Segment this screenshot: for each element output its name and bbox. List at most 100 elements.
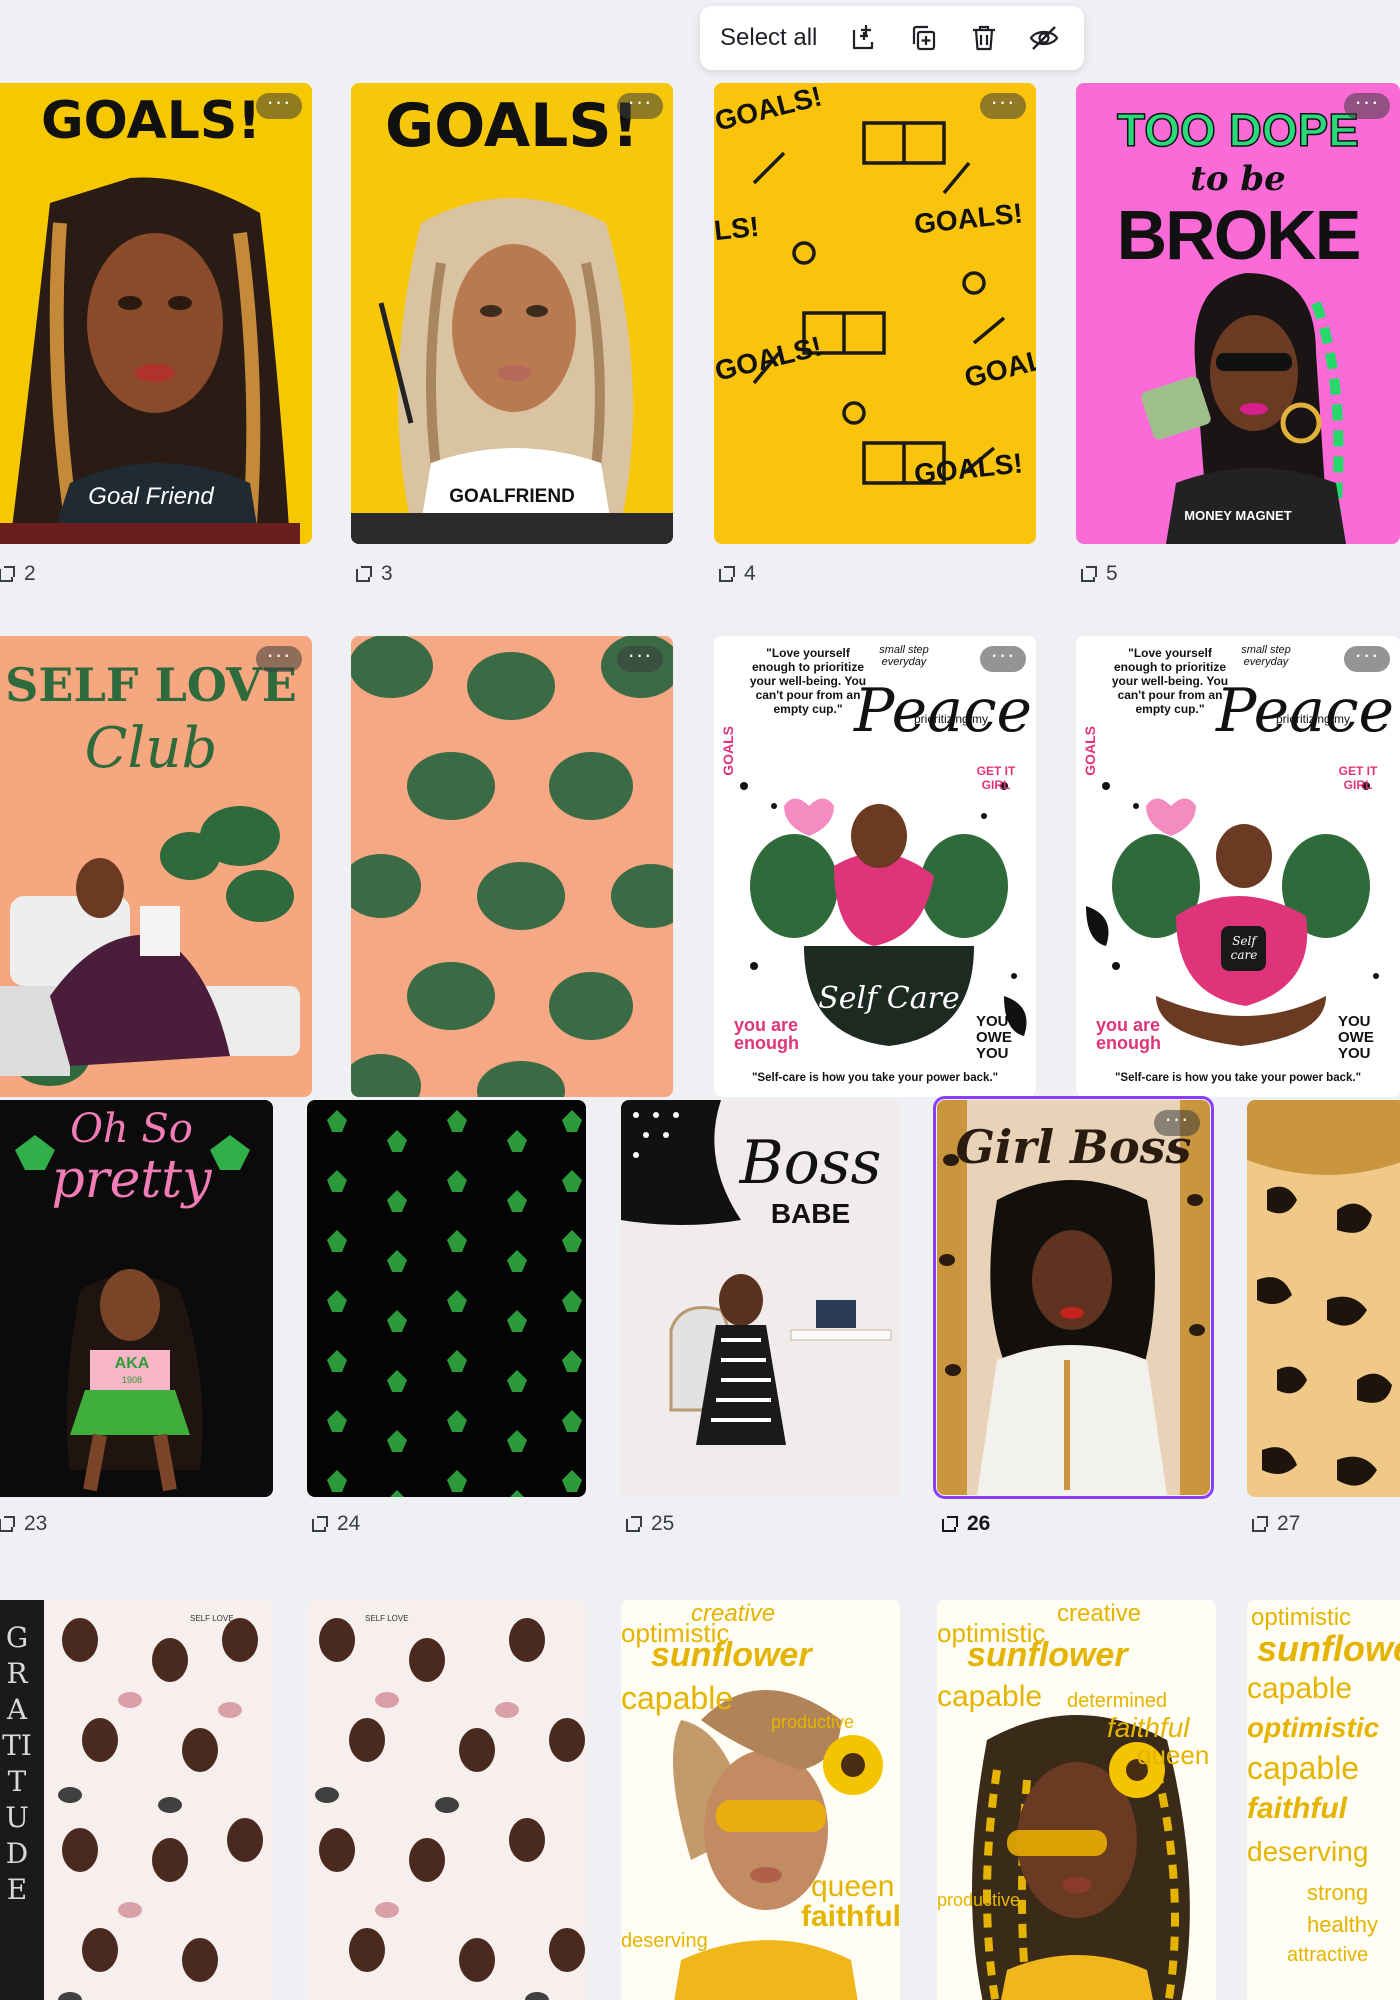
- page-card-sunflower-1[interactable]: creative optimistic sunflower capable pr…: [621, 1600, 900, 2000]
- page-card-sunflower-3[interactable]: optimistic sunflower capable optimistic …: [1247, 1600, 1400, 2000]
- page-number: 24: [337, 1512, 361, 1535]
- page-card-4[interactable]: GOALS! GOALS! GOALS! GOAL GOALS! LS! ···: [714, 83, 1036, 544]
- card-sunflower-1-word-5: productive: [771, 1712, 855, 1732]
- page-card-sunflower-2[interactable]: creative optimistic sunflower capable de…: [937, 1600, 1216, 2000]
- card-peace-2-cup: Self care: [1230, 934, 1258, 962]
- page-card-23[interactable]: Oh So pretty AKA 1908: [0, 1100, 273, 1497]
- page-label-26: 26: [939, 1512, 990, 1536]
- card-peace-2-badge: GET IT GIRL: [1338, 764, 1378, 792]
- card-peace-1-tag: small step everyday: [879, 644, 929, 668]
- page-icon: [312, 1516, 328, 1532]
- page-card-peace-1[interactable]: "Love yourself enough to prioritize your…: [714, 636, 1036, 1097]
- page-number: 5: [1106, 562, 1118, 585]
- goals-girl-braids-image: [0, 83, 312, 544]
- card-2-more-button[interactable]: ···: [256, 91, 302, 119]
- self-love-pattern-image: [307, 1600, 586, 2000]
- card-sunflower-3-word-10: attractive: [1287, 1944, 1369, 1966]
- card-sunflower-1-word-3: sunflower: [651, 1636, 812, 1674]
- design-grid: Select all GOALS! Goal Friend ··· 2 GOAL…: [0, 0, 1400, 2000]
- page-icon: [1081, 566, 1097, 582]
- card-sunflower-3-word-9: healthy: [1307, 1912, 1378, 1937]
- page-label-5: 5: [1078, 562, 1118, 586]
- card-23-shirt: AKA: [114, 1355, 150, 1372]
- card-23-year: 1908: [121, 1375, 143, 1385]
- add-page-icon: [853, 25, 874, 50]
- page-card-peace-2[interactable]: "Love yourself enough to prioritize your…: [1076, 636, 1400, 1097]
- card-peace-1-side: GOALS: [720, 726, 736, 776]
- card-sunflower-1-word-8: queen: [811, 1870, 895, 1903]
- card-sunflower-1-word-7: deserving: [621, 1930, 708, 1952]
- card-sunflower-3-word-8: strong: [1307, 1880, 1369, 1905]
- card-peace-1-badge: GET IT GIRL: [976, 764, 1016, 792]
- page-icon: [0, 1516, 15, 1532]
- too-dope-to-be-broke-image: [1076, 83, 1400, 544]
- page-label-27: 27: [1249, 1512, 1300, 1536]
- card-3-more-button[interactable]: ···: [617, 91, 663, 119]
- self-love-club-image: [0, 636, 312, 1097]
- card-5-more-button[interactable]: ···: [1344, 91, 1390, 119]
- selection-toolbar: Select all: [700, 6, 1084, 70]
- card-4-more-button[interactable]: ···: [980, 91, 1026, 119]
- card-sunflower-1-word-6: faithful: [801, 1900, 900, 1933]
- card-peace-1-right: YOU OWE YOU: [976, 1013, 1012, 1062]
- page-icon: [1252, 1516, 1268, 1532]
- oh-so-pretty-image: [0, 1100, 273, 1497]
- card-peace-1-left: you are enough: [734, 1015, 799, 1053]
- card-peace-2-side: GOALS: [1082, 726, 1098, 776]
- card-peace-2-title: Peace: [1216, 676, 1395, 746]
- duplicate-icon: [913, 25, 936, 51]
- goals-girl-blonde-image: [351, 83, 673, 544]
- gratitude-self-love-pattern-image: [0, 1600, 273, 2000]
- card-peace-2-quote: "Love yourself enough to prioritize your…: [1111, 646, 1229, 716]
- card-peace-2-tag: small step everyday: [1241, 644, 1291, 668]
- card-sunflower-3-word-5: capable: [1247, 1750, 1360, 1786]
- page-card-24[interactable]: [307, 1100, 586, 1497]
- card-peace-2-more-button[interactable]: ···: [1344, 644, 1390, 672]
- select-all-button[interactable]: Select all: [720, 24, 817, 52]
- card-sunflower-3-word-4: optimistic: [1247, 1712, 1380, 1743]
- card-sunflower-3-word-6: faithful: [1247, 1792, 1347, 1825]
- page-icon: [0, 566, 15, 582]
- card-gratitude-tile: SELF LOVE: [190, 1614, 234, 1623]
- page-label-2: 2: [0, 562, 36, 586]
- boss-babe-image: [621, 1100, 900, 1497]
- page-number: 26: [967, 1512, 991, 1535]
- card-monstera-more-button[interactable]: ···: [617, 644, 663, 672]
- page-icon: [942, 1516, 958, 1532]
- card-peace-2-right: YOU OWE YOU: [1338, 1013, 1374, 1062]
- page-number: 3: [381, 562, 393, 585]
- page-label-24: 24: [309, 1512, 360, 1536]
- page-card-gratitude[interactable]: GRATITUDE SELF LOVE: [0, 1600, 273, 2000]
- green-ivy-leaf-pattern-image: [307, 1100, 586, 1497]
- card-4-word-6: LS!: [714, 210, 761, 247]
- girl-boss-image: [937, 1100, 1210, 1495]
- page-card-25[interactable]: Boss BABE: [621, 1100, 900, 1497]
- page-card-5[interactable]: TOO DOPE to be BROKE MONEY MAGNET ···: [1076, 83, 1400, 544]
- hide-page-button[interactable]: [1019, 13, 1069, 63]
- page-card-27[interactable]: [1247, 1100, 1400, 1497]
- page-number: 25: [651, 1512, 675, 1535]
- card-peace-1-more-button[interactable]: ···: [980, 644, 1026, 672]
- card-self-love-more-button[interactable]: ···: [256, 644, 302, 672]
- page-card-2[interactable]: GOALS! Goal Friend ···: [0, 83, 312, 544]
- card-sunflower-2-word-4: capable: [937, 1680, 1043, 1713]
- card-sunflower-2-word-3: sunflower: [967, 1636, 1128, 1674]
- page-card-self-love-club[interactable]: SELF LOVE Club ···: [0, 636, 312, 1097]
- page-card-monstera-pattern[interactable]: ···: [351, 636, 673, 1097]
- page-number: 2: [24, 562, 36, 585]
- page-card-26[interactable]: Girl Boss ···: [933, 1096, 1214, 1499]
- hide-icon: [1030, 26, 1059, 50]
- page-card-3[interactable]: GOALS! GOALFRIEND ···: [351, 83, 673, 544]
- page-card-self-love-pattern[interactable]: SELF LOVE: [307, 1600, 586, 2000]
- duplicate-page-button[interactable]: [899, 13, 949, 63]
- add-page-button[interactable]: [839, 13, 889, 63]
- card-gratitude-side: GRATITUDE: [2, 1621, 32, 1906]
- page-label-25: 25: [623, 1512, 674, 1536]
- page-label-23: 23: [0, 1512, 47, 1536]
- card-26-more-button[interactable]: ···: [1154, 1108, 1200, 1136]
- card-sunflower-2-word-5: determined: [1067, 1690, 1168, 1712]
- card-sunflower-3-word-2: sunflower: [1257, 1628, 1400, 1669]
- delete-page-button[interactable]: [959, 13, 1009, 63]
- card-sunflower-2-word-1: creative: [1057, 1600, 1142, 1627]
- card-sunflower-2-word-7: queen: [1137, 1740, 1210, 1770]
